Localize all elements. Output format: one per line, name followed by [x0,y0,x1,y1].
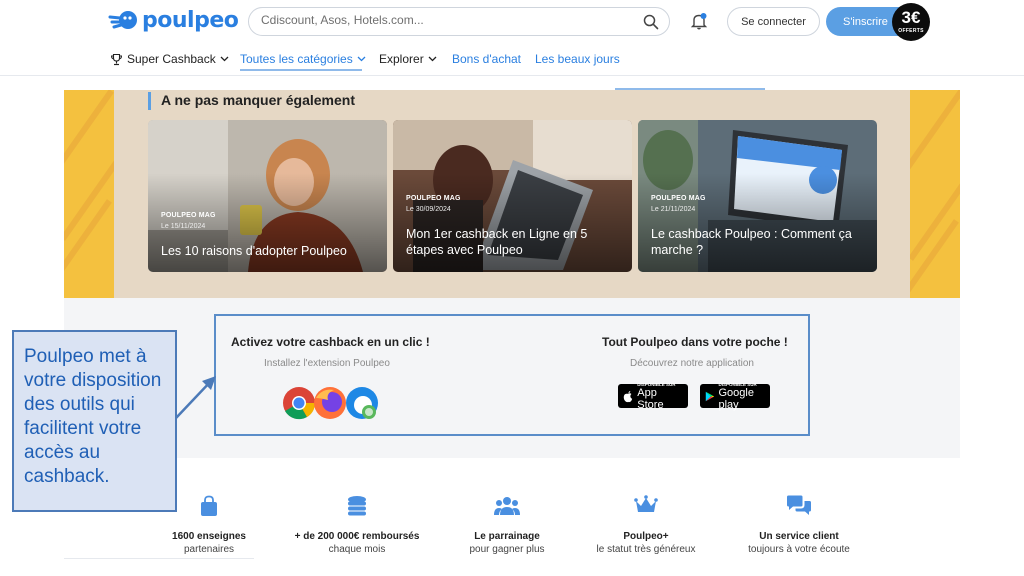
mag-card-tag: POULPEO MAG [406,195,461,202]
mag-card-title: Mon 1er cashback en Ligne en 5 étapes av… [406,227,588,257]
chevron-down-icon [357,56,366,62]
nav-beaux-jours[interactable]: Les beaux jours [535,52,620,66]
mag-section-title: A ne pas manquer également [148,92,355,110]
mag-card-date: Le 21/11/2024 [651,206,696,213]
extension-title: Activez votre cashback en un clic ! [231,335,430,349]
chrome-icon[interactable] [283,387,316,420]
firefox-icon[interactable] [314,387,346,419]
main-nav: Super Cashback Toutes les catégories Exp… [0,49,1024,71]
page: poulpeo Se connecter S'inscrire 3€ OFFER… [0,0,1024,576]
crown-icon [634,495,658,512]
offer-badge-amount: 3€ [901,8,921,27]
nav-active-underline [240,69,362,71]
search-icon[interactable] [643,14,659,30]
callout-arrow [175,376,216,419]
shopping-bag-icon [201,495,217,516]
app-title: Tout Poulpeo dans votre poche ! [602,335,788,349]
edge-icon[interactable] [346,387,378,419]
users-icon [494,497,520,515]
login-button[interactable]: Se connecter [727,7,820,36]
site-header: poulpeo Se connecter S'inscrire 3€ OFFER… [0,0,1024,76]
extension-subtitle: Installez l'extension Poulpeo [264,358,390,369]
offer-badge-text: OFFERTS [898,28,924,34]
logo-text: poulpeo [142,8,239,33]
mag-card-2[interactable]: POULPEO MAG Le 30/09/2024 Mon 1er cashba… [393,120,632,272]
nav-all-categories-label: Toutes les catégories [240,52,353,66]
apple-icon [623,390,633,402]
poulpeo-logo-icon [108,10,137,29]
chevron-down-icon [220,56,229,62]
google-play-label: Google play [718,386,754,411]
logo[interactable]: poulpeo [108,8,239,33]
nav-all-categories[interactable]: Toutes les catégories [240,52,366,66]
trophy-icon [110,53,123,65]
nav-super-cashback-label: Super Cashback [127,52,216,66]
divider [64,558,254,559]
app-subtitle: Découvrez notre application [630,358,754,369]
browser-icons [283,387,378,420]
chevron-down-icon [428,56,437,62]
annotation-callout: Poulpeo met à votre disposition des outi… [12,330,177,512]
nav-explorer-label: Explorer [379,52,424,66]
mag-card-title: Le cashback Poulpeo : Comment ça marche … [651,227,852,257]
feature-title: Un service client [759,531,839,542]
search-input[interactable] [261,13,631,27]
app-store-button[interactable]: DISPONIBLE SUR App Store [618,382,688,411]
mag-card-date: Le 30/09/2024 [406,206,451,213]
search-bar[interactable] [248,7,670,36]
feature-subtitle: toujours à votre écoute [748,544,850,555]
nav-bons-achat-label: Bons d'achat [452,52,522,66]
nav-bons-achat[interactable]: Bons d'achat [452,52,521,66]
nav-super-cashback[interactable]: Super Cashback [110,52,229,66]
nav-beaux-jours-label: Les beaux jours [535,52,620,66]
mag-card-title: Les 10 raisons d'adopter Poulpeo [161,244,347,258]
coins-icon [348,496,366,516]
offer-badge[interactable]: 3€ OFFERTS [892,3,930,41]
section-divider [615,88,765,90]
app-store-label: App Store [637,386,664,411]
mag-card-tag: POULPEO MAG [161,212,216,219]
notifications-bell-icon[interactable] [690,12,708,35]
feature-customer-service: Un service client toujours à votre écout… [709,495,889,555]
mag-card-tag: POULPEO MAG [651,195,706,202]
nav-explorer[interactable]: Explorer [379,52,437,66]
mag-card-1[interactable]: POULPEO MAG Le 15/11/2024 Les 10 raisons… [148,120,387,272]
mag-card-3[interactable]: POULPEO MAG Le 21/11/2024 Le cashback Po… [638,120,877,272]
google-play-button[interactable]: DISPONIBLE SUR Google play [700,382,770,411]
chat-icon [787,495,811,515]
mag-card-date: Le 15/11/2024 [161,223,206,230]
google-play-icon [705,391,715,401]
